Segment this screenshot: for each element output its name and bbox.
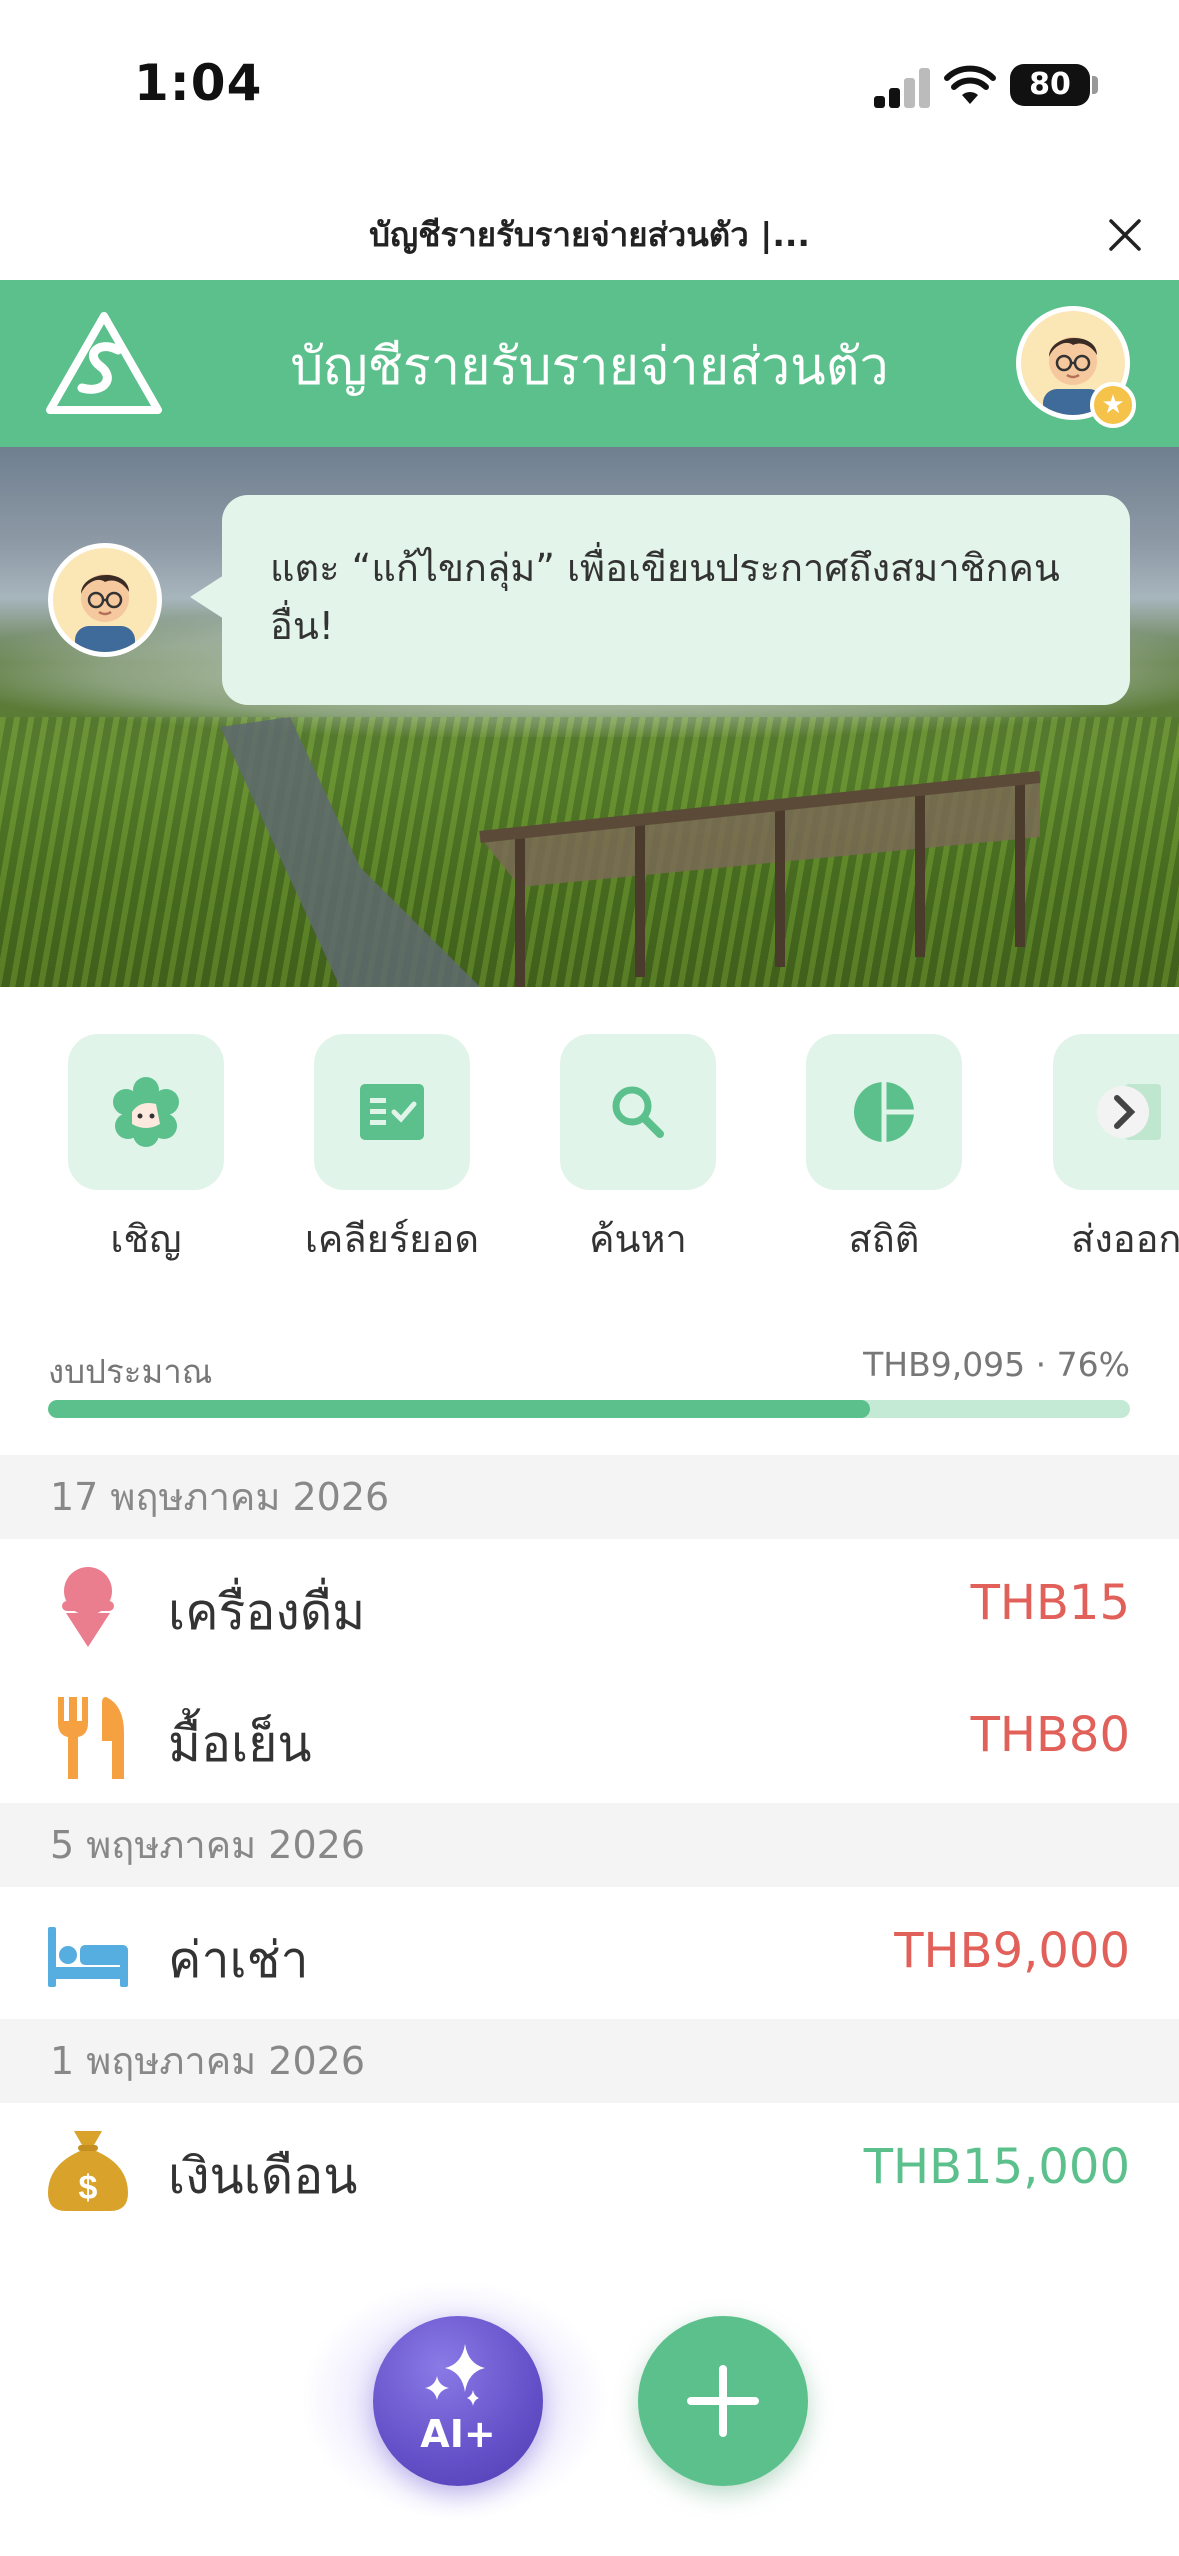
- close-icon[interactable]: [1098, 208, 1152, 262]
- action-stats[interactable]: สถิติ: [759, 1034, 1009, 1264]
- action-tile[interactable]: [560, 1034, 716, 1190]
- add-transaction-button[interactable]: [638, 2316, 808, 2486]
- app-header: บัญชีรายรับรายจ่ายส่วนตัว: [0, 280, 1179, 447]
- money-bag-icon: $: [48, 2131, 128, 2211]
- transaction-row[interactable]: มื้อเย็น THB80: [0, 1671, 1179, 1803]
- sparkles-icon: [425, 2344, 485, 2406]
- cover-image: แตะ “แก้ไขกลุ่ม” เพื่อเขียนประกาศถึงสมาช…: [0, 447, 1179, 987]
- budget-value: THB9,095 · 76%: [863, 1345, 1130, 1384]
- transaction-amount: THB80: [970, 1707, 1130, 1763]
- page-title: บัญชีรายรับรายจ่ายส่วนตัว |...: [369, 215, 810, 254]
- action-settle[interactable]: เคลียร์ยอด: [267, 1034, 517, 1264]
- bed-icon: [48, 1927, 128, 1987]
- transaction-row[interactable]: เครื่องดื่ม THB15: [0, 1539, 1179, 1671]
- action-label: เชิญ: [110, 1217, 182, 1261]
- announcement-avatar: [48, 543, 162, 657]
- search-icon: [612, 1086, 664, 1138]
- fork-knife-icon: [58, 1697, 124, 1779]
- header-title: บัญชีรายรับรายจ่ายส่วนตัว: [290, 337, 889, 397]
- speech-bubble-tail: [190, 575, 224, 619]
- transaction-row[interactable]: ค่าเช่า THB9,000: [0, 1887, 1179, 2019]
- action-label: สถิติ: [848, 1217, 920, 1261]
- transaction-name: ค่าเช่า: [168, 1931, 309, 1989]
- transaction-name: เครื่องดื่ม: [168, 1583, 366, 1641]
- premium-star-icon: ★: [1090, 382, 1136, 428]
- action-tile[interactable]: [806, 1034, 962, 1190]
- action-tile[interactable]: [1053, 1034, 1179, 1190]
- budget-progress-bar[interactable]: [48, 1400, 1130, 1418]
- ai-assistant-button[interactable]: AI+: [373, 2316, 543, 2486]
- cellular-signal-icon: [874, 68, 930, 108]
- budget-label: งบประมาณ: [48, 1352, 213, 1391]
- budget-progress-fill: [48, 1400, 871, 1418]
- action-label: ค้นหา: [589, 1217, 687, 1261]
- svg-text:$: $: [79, 2169, 98, 2207]
- status-bar: 1:04 80: [0, 0, 1179, 175]
- status-time: 1:04: [134, 54, 263, 112]
- transaction-amount: THB9,000: [894, 1923, 1130, 1979]
- ai-button-label: AI+: [420, 2412, 496, 2456]
- action-tile[interactable]: [314, 1034, 470, 1190]
- transaction-list: 17 พฤษภาคม 2026 เครื่องดื่ม THB15 มื้อเย…: [0, 1455, 1179, 2235]
- transaction-name: เงินเดือน: [168, 2147, 358, 2205]
- app-logo-icon[interactable]: [44, 310, 164, 418]
- action-label: ส่งออก: [1071, 1217, 1179, 1261]
- invite-face-icon: [113, 1077, 179, 1147]
- wifi-icon: [944, 65, 996, 104]
- export-icon: [1097, 1084, 1161, 1140]
- title-row: บัญชีรายรับรายจ่ายส่วนตัว |...: [0, 190, 1179, 280]
- checklist-icon: [360, 1084, 424, 1140]
- transaction-amount: THB15,000: [863, 2139, 1130, 2195]
- date-header: 1 พฤษภาคม 2026: [0, 2019, 1179, 2103]
- plus-icon: [687, 2365, 759, 2437]
- transaction-row[interactable]: $ เงินเดือน THB15,000: [0, 2103, 1179, 2235]
- battery-indicator: 80: [1010, 64, 1090, 106]
- battery-tip: [1092, 76, 1098, 94]
- date-header: 17 พฤษภาคม 2026: [0, 1455, 1179, 1539]
- pie-chart-icon: [854, 1082, 914, 1142]
- avatar-face-icon: [75, 574, 135, 652]
- transaction-name: มื้อเย็น: [168, 1715, 312, 1773]
- action-invite[interactable]: เชิญ: [21, 1034, 271, 1264]
- boardwalk-illustration: [220, 717, 1040, 987]
- announcement-bubble[interactable]: แตะ “แก้ไขกลุ่ม” เพื่อเขียนประกาศถึงสมาช…: [222, 495, 1130, 705]
- action-label: เคลียร์ยอด: [304, 1217, 480, 1261]
- action-export[interactable]: ส่งออก: [1005, 1034, 1179, 1264]
- date-header: 5 พฤษภาคม 2026: [0, 1803, 1179, 1887]
- ice-cream-icon: [62, 1567, 114, 1647]
- transaction-amount: THB15: [970, 1575, 1130, 1631]
- quick-actions: เชิญ เคลียร์ยอด ค้นหา สถิติ ส่งออก: [0, 1034, 1179, 1264]
- action-search[interactable]: ค้นหา: [513, 1034, 763, 1264]
- action-tile[interactable]: [68, 1034, 224, 1190]
